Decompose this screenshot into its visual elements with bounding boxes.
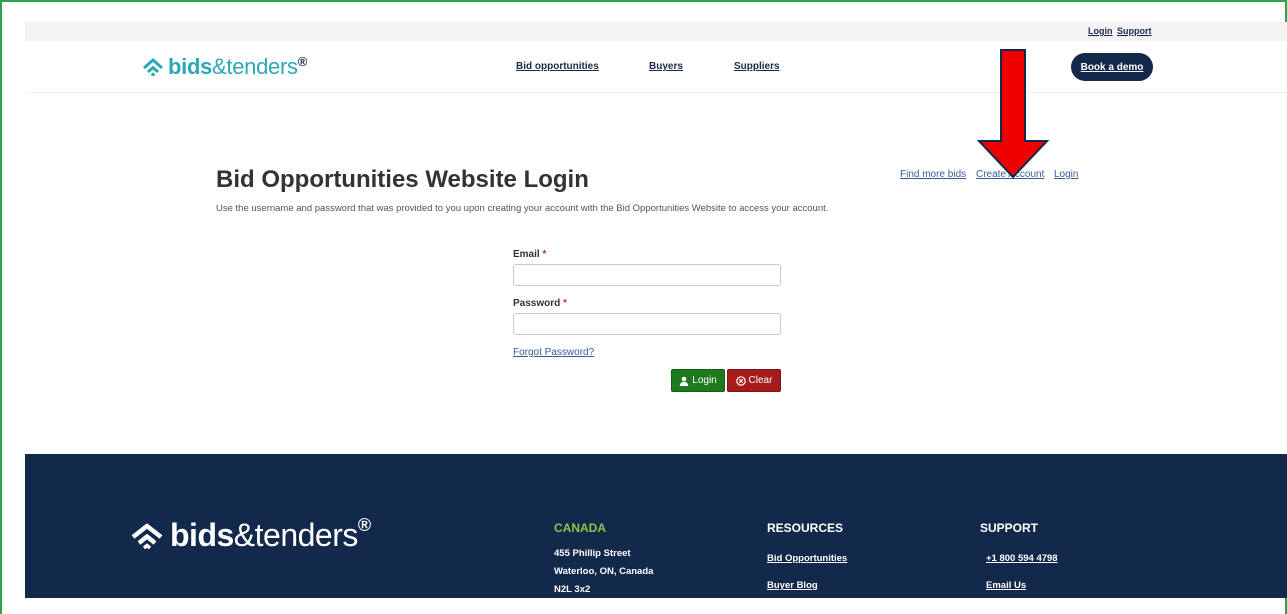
clear-button[interactable]: Clear <box>727 369 781 392</box>
email-label: Email * <box>513 249 546 260</box>
footer-address-line3: N2L 3x2 <box>554 584 591 595</box>
brand-registered-mark: ® <box>297 53 308 69</box>
footer-brand-logo[interactable]: bids &tenders ® <box>130 515 372 554</box>
footer-phone-link[interactable]: +1 800 594 4798 <box>986 553 1058 564</box>
login-button-label: Login <box>692 375 717 386</box>
nav-suppliers[interactable]: Suppliers <box>734 61 780 72</box>
password-field[interactable] <box>513 313 781 335</box>
utility-bar: Login Support <box>25 22 1287 41</box>
footer-address-line2: Waterloo, ON, Canada <box>554 566 654 577</box>
brand-bids-text: bids <box>168 54 213 79</box>
footer-resources-heading: RESOURCES <box>767 521 844 535</box>
login-button[interactable]: Login <box>671 369 725 392</box>
footer-support-heading: SUPPORT <box>980 521 1039 535</box>
footer-buyer-blog-link[interactable]: Buyer Blog <box>767 580 818 591</box>
footer-email-us-link[interactable]: Email Us <box>986 580 1026 591</box>
page-description: Use the username and password that was p… <box>216 203 829 214</box>
utility-support-link[interactable]: Support <box>1117 26 1152 36</box>
page: Login Support bids &tenders ® Bid opport… <box>25 22 1287 598</box>
password-label-text: Password <box>513 298 561 309</box>
footer-brand-chevron-icon <box>131 523 163 549</box>
brand-chevron-icon <box>143 58 163 77</box>
brand-logo[interactable]: bids &tenders ® <box>142 54 307 80</box>
main-nav: bids &tenders ® Bid opportunities Buyers… <box>25 41 1287 93</box>
footer-brand-bids-text: bids <box>170 517 234 553</box>
clear-button-label: Clear <box>748 375 773 386</box>
required-marker: * <box>542 249 547 260</box>
email-label-text: Email <box>513 249 540 260</box>
login-top-link[interactable]: Login <box>1054 169 1078 180</box>
forgot-password-link[interactable]: Forgot Password? <box>513 347 594 358</box>
annotation-arrow-icon <box>977 49 1049 179</box>
footer: bids &tenders ® CANADA 455 Phillip Stree… <box>25 454 1287 598</box>
footer-brand-registered-mark: ® <box>357 515 372 535</box>
email-field[interactable] <box>513 264 781 286</box>
page-title: Bid Opportunities Website Login <box>216 166 589 193</box>
brand-tenders-text: &tenders <box>212 54 298 79</box>
utility-login-link[interactable]: Login <box>1088 26 1113 36</box>
footer-canada-heading: CANADA <box>554 521 606 535</box>
required-marker: * <box>563 298 567 309</box>
password-label: Password * <box>513 298 567 309</box>
nav-buyers[interactable]: Buyers <box>649 61 683 72</box>
footer-bid-opportunities-link[interactable]: Bid Opportunities <box>767 553 847 564</box>
footer-brand-tenders-text: &tenders <box>233 517 359 553</box>
clear-circle-icon <box>735 375 746 386</box>
nav-bid-opportunities[interactable]: Bid opportunities <box>516 61 599 72</box>
footer-address-line1: 455 Phillip Street <box>554 548 631 559</box>
book-demo-button[interactable]: Book a demo <box>1071 53 1153 81</box>
find-more-bids-link[interactable]: Find more bids <box>900 169 966 180</box>
user-icon <box>680 376 689 386</box>
